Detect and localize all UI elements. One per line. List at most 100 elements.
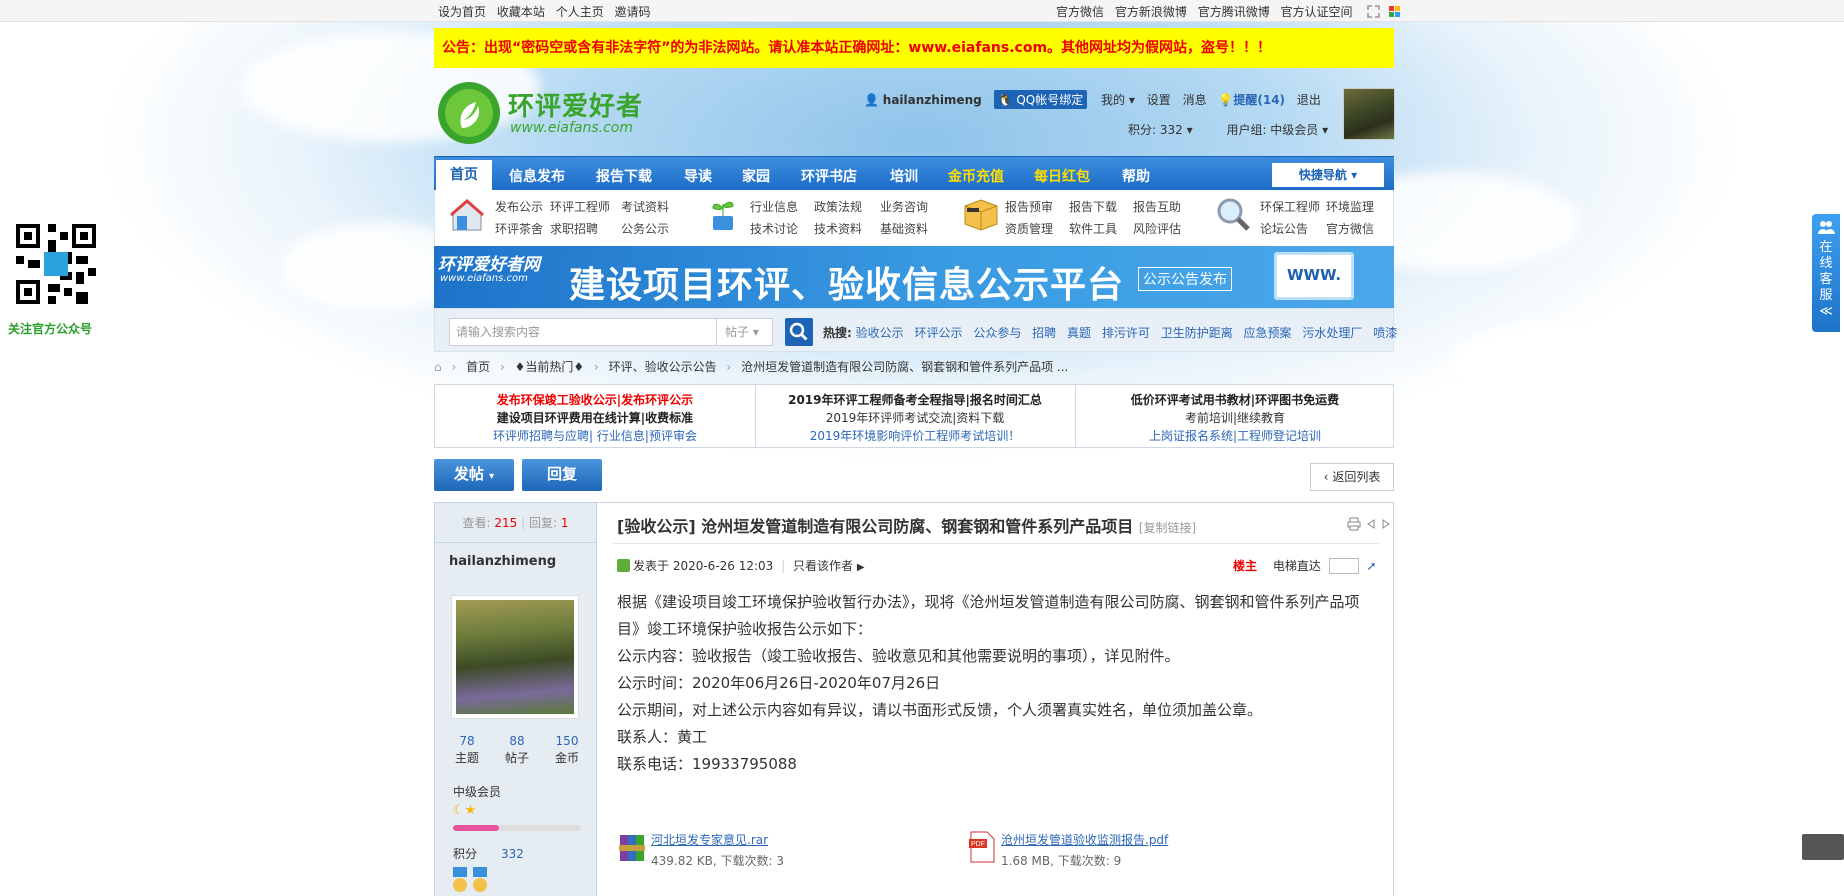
settings-link[interactable]: 设置 (1147, 93, 1171, 107)
subnav-env-engineer[interactable]: 环保工程师 (1260, 198, 1320, 215)
ad-link[interactable]: 考前培训|继续教育 (1075, 409, 1395, 427)
attachment-link[interactable]: 河北垣发专家意见.rar (651, 831, 917, 848)
search-type-select[interactable]: 帖子 ▾ (717, 318, 773, 346)
copy-link-button[interactable]: [复制链接] (1139, 521, 1196, 535)
hot-item[interactable]: 喷漆 (1373, 326, 1397, 340)
header-avatar[interactable] (1343, 88, 1395, 140)
new-post-button[interactable]: 发帖 ▾ (434, 459, 514, 491)
bookmark-link[interactable]: 收藏本站 (497, 5, 545, 19)
official-wechat-link[interactable]: 官方微信 (1056, 5, 1104, 19)
usergroup-menu[interactable]: 用户组: 中级会员 ▾ (1226, 123, 1328, 137)
qq-bind-button[interactable]: 🐧 QQ帐号绑定 (993, 90, 1088, 109)
stat-posts[interactable]: 88 帖子 (493, 733, 541, 767)
search-input[interactable]: 请输入搜索内容 (449, 318, 717, 346)
author-name[interactable]: hailanzhimeng (449, 554, 556, 569)
publicity-banner[interactable]: 环评爱好者网 www.eiafans.com 建设项目环评、验收信息公示平台 公… (434, 246, 1394, 308)
subnav-publish-notice[interactable]: 发布公示 (495, 198, 543, 215)
subnav-eia-engineer[interactable]: 环评工程师 (550, 198, 610, 215)
official-tencent-weibo-link[interactable]: 官方腾讯微博 (1198, 5, 1270, 19)
ad-link[interactable]: 低价环评考试用书教材|环评图书免运费 (1075, 391, 1395, 409)
back-to-list-button[interactable]: ‹ 返回列表 (1310, 463, 1394, 491)
subnav-tech-discussion[interactable]: 技术讨论 (750, 220, 798, 237)
crumb-hot[interactable]: ♦当前热门♦ (515, 360, 585, 374)
ad-link[interactable]: 2019年环境影响评价工程师考试培训！ (755, 427, 1075, 445)
nav-help[interactable]: 帮助 (1122, 166, 1150, 186)
nav-guide[interactable]: 导读 (684, 166, 712, 186)
quick-nav-button[interactable]: 快捷导航 ▾ (1272, 163, 1384, 187)
color-scheme-icon[interactable] (1388, 5, 1401, 18)
username-link[interactable]: hailanzhimeng (883, 93, 982, 107)
site-logo[interactable]: 环评爱好者 www.eiafans.com (436, 80, 656, 150)
bottom-right-widget-icon[interactable] (1802, 834, 1844, 860)
subnav-exam-materials[interactable]: 考试资料 (621, 198, 669, 215)
nav-report-download[interactable]: 报告下载 (596, 166, 652, 186)
only-author-link[interactable]: 只看该作者 (793, 559, 853, 573)
nav-info-publish[interactable]: 信息发布 (509, 166, 565, 186)
nav-gold-recharge[interactable]: 金币充值 (948, 166, 1004, 186)
ad-link[interactable]: 发布环保竣工验收公示|发布环评公示 (435, 391, 755, 409)
print-icon[interactable] (1347, 517, 1361, 531)
hot-item[interactable]: 应急预案 (1244, 326, 1292, 340)
member-level[interactable]: 中级会员 (453, 783, 501, 800)
ad-link[interactable]: 2019年环评工程师备考全程指导|报名时间汇总 (755, 391, 1075, 409)
subnav-report-review[interactable]: 报告预审 (1005, 198, 1053, 215)
nav-home[interactable]: 首页 (436, 160, 492, 191)
set-homepage-link[interactable]: 设为首页 (438, 5, 486, 19)
ad-link[interactable]: 2019年环评师考试交流|资料下载 (755, 409, 1075, 427)
fullscreen-icon[interactable] (1367, 5, 1381, 18)
crumb-thread[interactable]: 沧州垣发管道制造有限公司防腐、钢套钢和管件系列产品项 ... (741, 360, 1068, 374)
personal-home-link[interactable]: 个人主页 (556, 5, 604, 19)
banner-publish-button[interactable]: 公示公告发布 (1138, 267, 1232, 291)
hot-item[interactable]: 招聘 (1032, 326, 1056, 340)
hot-item[interactable]: 卫生防护距离 (1161, 326, 1233, 340)
logout-link[interactable]: 退出 (1297, 93, 1321, 107)
hot-item[interactable]: 排污许可 (1102, 326, 1150, 340)
reply-button[interactable]: 回复 (522, 459, 602, 491)
subnav-report-help[interactable]: 报告互助 (1133, 198, 1181, 215)
subnav-tea-house[interactable]: 环评茶舍 (495, 220, 543, 237)
subnav-forum-notice[interactable]: 论坛公告 (1260, 220, 1308, 237)
official-space-link[interactable]: 官方认证空间 (1281, 5, 1353, 19)
remind-link[interactable]: 提醒(14) (1233, 93, 1285, 107)
next-thread-icon[interactable] (1380, 518, 1392, 530)
subnav-public-notice[interactable]: 公务公示 (621, 220, 669, 237)
prev-thread-icon[interactable] (1365, 518, 1377, 530)
nav-training[interactable]: 培训 (890, 166, 918, 186)
crumb-home[interactable]: 首页 (466, 360, 490, 374)
ad-link[interactable]: 环评师招聘与应聘| 行业信息|预评审会 (435, 427, 755, 445)
subnav-report-download[interactable]: 报告下载 (1069, 198, 1117, 215)
subnav-basic-materials[interactable]: 基础资料 (880, 220, 928, 237)
go-floor-icon[interactable]: ➚ (1367, 559, 1377, 573)
hot-item[interactable]: 真题 (1067, 326, 1091, 340)
stat-gold[interactable]: 150 金币 (543, 733, 591, 767)
messages-link[interactable]: 消息 (1183, 93, 1207, 107)
nav-daily-redpacket[interactable]: 每日红包 (1034, 166, 1090, 186)
subnav-qualification[interactable]: 资质管理 (1005, 220, 1053, 237)
subnav-consulting[interactable]: 业务咨询 (880, 198, 928, 215)
subnav-software-tools[interactable]: 软件工具 (1069, 220, 1117, 237)
attachment-link[interactable]: 沧州垣发管道验收监测报告.pdf (1001, 831, 1267, 848)
hot-item[interactable]: 公众参与 (973, 326, 1021, 340)
hot-item[interactable]: 污水处理厂 (1302, 326, 1362, 340)
subnav-env-supervision[interactable]: 环境监理 (1326, 198, 1374, 215)
hot-item[interactable]: 环评公示 (914, 326, 962, 340)
hot-item[interactable]: 验收公示 (856, 326, 904, 340)
invite-code-link[interactable]: 邀请码 (615, 5, 651, 19)
nav-bookstore[interactable]: 环评书店 (801, 166, 857, 186)
subnav-policy[interactable]: 政策法规 (814, 198, 862, 215)
points-menu[interactable]: 积分: 332 ▾ (1128, 123, 1193, 137)
ad-link[interactable]: 上岗证报名系统|工程师登记培训 (1075, 427, 1395, 445)
subnav-jobs[interactable]: 求职招聘 (550, 220, 598, 237)
subnav-official-wechat[interactable]: 官方微信 (1326, 220, 1374, 237)
ad-link[interactable]: 建设项目环评费用在线计算|收费标准 (435, 409, 755, 427)
online-service-tab[interactable]: 在线客服 ≪ (1812, 214, 1840, 332)
subnav-industry-info[interactable]: 行业信息 (750, 198, 798, 215)
home-icon[interactable]: ⌂ (434, 360, 442, 374)
nav-home-garden[interactable]: 家园 (742, 166, 770, 186)
mine-menu[interactable]: 我的 ▾ (1101, 93, 1135, 107)
subnav-risk-assessment[interactable]: 风险评估 (1133, 220, 1181, 237)
elevator-input[interactable] (1328, 558, 1359, 574)
author-avatar[interactable] (451, 595, 579, 719)
subnav-tech-materials[interactable]: 技术资料 (814, 220, 862, 237)
stat-topics[interactable]: 78 主题 (443, 733, 491, 767)
